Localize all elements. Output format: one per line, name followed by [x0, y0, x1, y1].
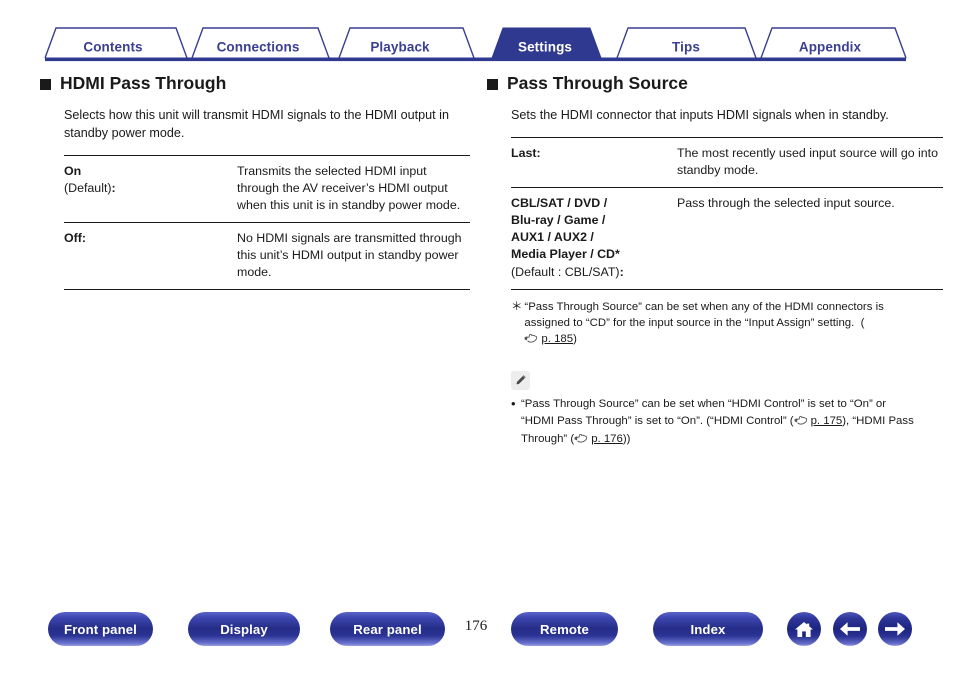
footnote-text: “Pass Through Source” can be set when an…: [524, 299, 911, 350]
left-section-title: HDMI Pass Through: [60, 73, 227, 94]
description-cell: The most recently used input source will…: [677, 136, 943, 189]
arrow-left-icon[interactable]: [833, 612, 867, 646]
right-section-title: Pass Through Source: [507, 73, 688, 94]
square-bullet-icon: [40, 78, 51, 90]
note-text-part3: )): [622, 433, 631, 446]
option-default: (Default): [64, 180, 112, 195]
footnote-text-after: ): [573, 333, 577, 346]
table-row: Last: The most recently used input sourc…: [511, 136, 943, 189]
left-column: HDMI Pass Through Selects how this unit …: [40, 73, 470, 291]
page-number: 176: [464, 618, 488, 634]
option-colon: :: [536, 145, 541, 160]
note-text: “Pass Through Source” can be set when “H…: [521, 396, 917, 450]
option-cell: On (Default):: [64, 154, 237, 224]
page-link-label[interactable]: p. 175: [811, 415, 843, 427]
option-cell: Last:: [511, 136, 677, 189]
asterisk-icon: ＊: [511, 300, 523, 313]
note-box: • “Pass Through Source” can be set when …: [511, 371, 917, 450]
tab-contents[interactable]: Contents: [83, 40, 142, 55]
page-link-label[interactable]: p. 185: [541, 333, 573, 345]
pointing-hand-icon: [794, 415, 810, 432]
square-bullet-icon: [487, 78, 498, 90]
index-button[interactable]: Index: [653, 612, 763, 646]
arrow-right-icon[interactable]: [878, 612, 912, 646]
description-cell: No HDMI signals are transmitted through …: [237, 222, 470, 291]
right-section-heading: Pass Through Source: [487, 73, 917, 95]
remote-button[interactable]: Remote: [511, 612, 618, 646]
page-link-185[interactable]: p. 185: [524, 331, 573, 349]
tab-playback[interactable]: Playback: [370, 40, 429, 55]
page-link-176[interactable]: p. 176: [574, 431, 623, 450]
option-name: CBL/SAT / DVD / Blu-ray / Game / AUX1 / …: [511, 196, 620, 262]
page-link-label[interactable]: p. 176: [591, 433, 623, 445]
description-cell: Transmits the selected HDMI input throug…: [237, 154, 470, 224]
left-intro-text: Selects how this unit will transmit HDMI…: [64, 108, 449, 140]
rear-panel-button[interactable]: Rear panel: [330, 612, 445, 646]
tab-settings[interactable]: Settings: [518, 40, 572, 55]
page-link-175[interactable]: p. 175: [794, 413, 843, 432]
tab-baseline: [45, 57, 906, 62]
left-section-heading: HDMI Pass Through: [40, 73, 470, 95]
description-cell: Pass through the selected input source.: [677, 187, 943, 290]
option-default: (Default : CBL/SAT): [511, 264, 620, 279]
pointing-hand-icon: [524, 333, 540, 349]
right-intro-text: Sets the HDMI connector that inputs HDMI…: [511, 108, 889, 122]
display-button[interactable]: Display: [188, 612, 300, 646]
table-row: CBL/SAT / DVD / Blu-ray / Game / AUX1 / …: [511, 187, 943, 290]
note-list-item: • “Pass Through Source” can be set when …: [511, 396, 917, 450]
tab-tips[interactable]: Tips: [672, 40, 700, 55]
table-row: On (Default): Transmits the selected HDM…: [64, 154, 470, 224]
option-colon: :: [81, 231, 87, 246]
pointing-hand-icon: [574, 433, 590, 450]
pencil-icon: [511, 371, 530, 391]
home-icon[interactable]: [787, 612, 821, 646]
table-row: Off: No HDMI signals are transmitted thr…: [64, 222, 470, 291]
tab-connections[interactable]: Connections: [217, 40, 300, 55]
hdmi-pass-through-table: On (Default): Transmits the selected HDM…: [64, 154, 470, 291]
bullet-icon: •: [511, 396, 516, 412]
option-name: Last: [511, 145, 537, 160]
tab-bar-shapes: [44, 27, 907, 62]
option-cell: CBL/SAT / DVD / Blu-ray / Game / AUX1 / …: [511, 187, 677, 290]
front-panel-button[interactable]: Front panel: [48, 612, 153, 646]
tab-appendix[interactable]: Appendix: [799, 40, 861, 55]
option-name: On: [64, 163, 82, 178]
footer-nav: Front panel Display Rear panel 176 Remot…: [0, 612, 954, 664]
pass-through-source-table: Last: The most recently used input sourc…: [511, 136, 943, 290]
option-cell: Off:: [64, 222, 237, 291]
option-name: Off: [64, 231, 82, 246]
option-colon: :: [111, 180, 116, 195]
footnote: ＊ “Pass Through Source” can be set when …: [511, 299, 911, 350]
footnote-text-before: “Pass Through Source” can be set when an…: [524, 300, 884, 329]
option-colon: :: [619, 264, 624, 279]
right-column: Pass Through Source Sets the HDMI connec…: [487, 73, 943, 450]
tab-bar: Contents Connections Playback Settings T…: [0, 14, 954, 62]
